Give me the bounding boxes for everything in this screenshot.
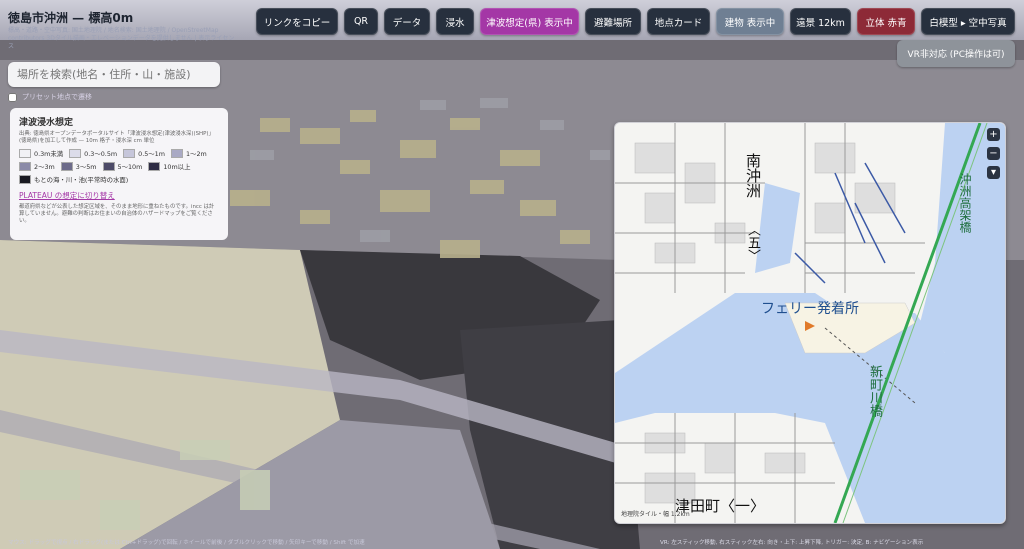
data-button[interactable]: データ [384,8,430,35]
chevron-down-icon[interactable]: ▾ [987,166,1000,179]
model-style-button[interactable]: 白模型 ▸ 空中写真 [921,8,1015,35]
tsunami-legend-panel: 津波浸水想定 出典: 徳島県オープンデータポータルサイト「津波浸水想定(津波浸水… [10,108,228,240]
zoom-in-button[interactable]: + [987,128,1000,141]
preset-transition-checkbox-row[interactable]: プリセット地点で遷移 [8,92,92,102]
legend-note: 都道府県などが公表した想定区域を、そのまま地形に重ねたものです。incc は計算… [19,204,215,224]
minimap-canvas[interactable] [615,123,1005,523]
legend-item: もとの海・川・池(平常時の水面) [19,175,128,184]
map-label-minami-okisu: 南沖洲 [744,153,762,198]
legend-item: 10m以上 [148,162,190,171]
legend-swatch [60,162,73,171]
legend-item: 1〜2m [170,149,207,158]
map-label-okisu-viaduct: 沖洲高架橋 [958,173,972,233]
legend-swatch [19,149,31,158]
legend-swatch [102,162,115,171]
page-title: 徳島市沖洲 — 標高0m [8,11,134,25]
attribution-text: 標高・道路・空中写真: 国土地理院 / 地名検索: 国土地理院 / OpenSt… [8,27,235,50]
zoom-out-button[interactable]: − [987,147,1000,160]
preset-transition-label: プリセット地点で遷移 [22,93,92,101]
map-label-shinmachi-bridge: 新町川橋 [867,365,882,417]
tsunami-pref-button[interactable]: 津波想定(県) 表示中 [480,8,579,35]
legend-item: 0.3〜0.5m [69,149,117,158]
map-label-go: 〈五〉 [745,223,760,262]
vr-status-button[interactable]: VR非対応 (PC操作は可) [897,40,1015,67]
preset-transition-checkbox[interactable] [8,92,17,102]
location-card-button[interactable]: 地点カード [647,8,710,35]
legend-item: 2〜3m [19,162,55,171]
legend-item: 0.3m未満 [19,149,63,158]
legend-item: 0.5〜1m [123,149,165,158]
plateau-switch-link[interactable]: PLATEAU の想定に切り替え [19,190,219,201]
legend-items: 0.3m未満 0.3〜0.5m 0.5〜1m 1〜2m 2〜3m 3〜5m 5〜… [19,149,219,184]
place-search-input[interactable] [8,62,220,87]
evacuation-sites-button[interactable]: 避難場所 [585,8,641,35]
stereo-anaglyph-button[interactable]: 立体 赤青 [857,8,915,35]
copy-link-button[interactable]: リンクをコピー [256,8,338,35]
legend-source: 出典: 徳島県オープンデータポータルサイト「津波浸水想定(津波浸水深)(SHP)… [19,131,214,144]
legend-item: 5〜10m [102,162,142,171]
minimap[interactable]: 南沖洲 〈五〉 フェリー発着所 沖洲高架橋 新町川橋 津田町〈一〉 + − ▾ … [614,122,1006,524]
legend-swatch [170,149,183,158]
distant-view-button[interactable]: 遠景 12km [790,8,851,35]
flood-button[interactable]: 浸水 [436,8,474,35]
legend-item: 3〜5m [60,162,97,171]
legend-swatch [123,149,136,158]
legend-swatch [148,162,161,171]
legend-title: 津波浸水想定 [19,118,74,128]
legend-swatch [19,162,31,171]
legend-swatch [69,149,82,158]
map-label-ferry-terminal: フェリー発着所 [761,301,859,317]
legend-swatch [19,175,31,184]
qr-button[interactable]: QR [344,8,378,35]
mouse-controls-hint: マウス: ドラッグで視点 / 右ドラッグ(または Ctrl+ドラッグ)で回転 /… [8,540,365,546]
buildings-button[interactable]: 建物 表示中 [716,8,784,35]
vr-controls-hint: VR: 左スティック移動, 右スティック左右: 向き・上下: 上昇下降, トリガ… [660,540,924,546]
minimap-credit: 地理院タイル・幅 1.2km [621,511,690,518]
